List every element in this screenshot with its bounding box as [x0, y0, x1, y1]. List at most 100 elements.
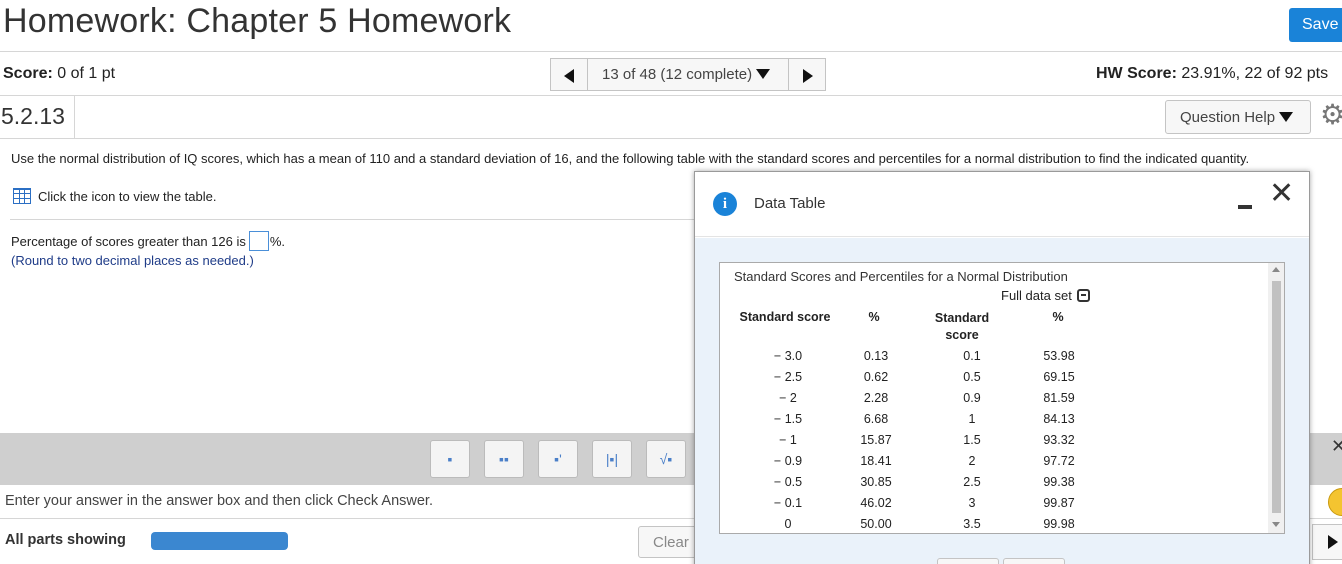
table-cell: 2 — [968, 454, 976, 468]
table-cell: 2.28 — [863, 391, 889, 405]
question-navigator-dropdown[interactable]: 13 of 48 (12 complete) — [588, 58, 788, 91]
hw-score-label: HW Score: — [1096, 65, 1177, 82]
table-title: Standard Scores and Percentiles for a No… — [734, 269, 1068, 284]
fraction-icon[interactable]: ▪ — [430, 440, 470, 478]
answer-statement: Percentage of scores greater than 126 is… — [11, 231, 285, 251]
table-cell: 15.87 — [860, 433, 892, 447]
mixed-number-icon[interactable]: ▪▪ — [484, 440, 524, 478]
table-cell: 69.15 — [1043, 370, 1075, 384]
data-table-dialog: i Data Table ✕ Standard Scores and Perce… — [694, 171, 1310, 564]
table-cell: 81.59 — [1043, 391, 1075, 405]
instructions-text: Enter your answer in the answer box and … — [5, 493, 433, 509]
score-display: Score: 0 of 1 pt — [3, 65, 115, 83]
answer-prefix: Percentage of scores greater than 126 is — [11, 234, 246, 249]
table-cell: 99.87 — [1043, 496, 1075, 510]
score-label: Score: — [3, 65, 53, 82]
save-button[interactable]: Save — [1289, 8, 1342, 42]
table-cell: − 3.0 — [773, 349, 803, 363]
scroll-up-icon[interactable] — [1272, 267, 1280, 272]
done-button[interactable] — [1003, 558, 1065, 564]
dialog-body: Standard Scores and Percentiles for a No… — [695, 238, 1309, 564]
scroll-thumb[interactable] — [1272, 281, 1281, 513]
triangle-right-icon — [1328, 535, 1338, 549]
table-cell: 46.02 — [860, 496, 892, 510]
table-cell: 1 — [968, 412, 976, 426]
rounding-note: (Round to two decimal places as needed.) — [11, 253, 254, 268]
table-cell: 99.38 — [1043, 475, 1075, 489]
table-cell: − 1.5 — [773, 412, 803, 426]
table-cell: − 0.1 — [773, 496, 803, 510]
page-title: Homework: Chapter 5 Homework — [3, 2, 512, 40]
full-data-set-link[interactable]: Full data set — [1001, 288, 1090, 303]
sqrt-icon[interactable]: √▪ — [646, 440, 686, 478]
triangle-right-icon — [803, 69, 813, 83]
column-header: % — [868, 310, 880, 324]
answer-suffix: %. — [269, 234, 286, 249]
table-cell: 99.98 — [1043, 517, 1075, 531]
divider — [0, 138, 1342, 139]
divider — [0, 51, 1342, 52]
table-cell: 50.00 — [860, 517, 892, 531]
table-cell: 0.13 — [863, 349, 889, 363]
table-icon[interactable] — [13, 188, 31, 204]
next-question-button[interactable] — [788, 58, 826, 91]
absolute-value-icon[interactable]: |▪| — [592, 440, 632, 478]
score-value: 0 of 1 pt — [52, 65, 116, 82]
table-cell: 3.5 — [963, 517, 981, 531]
divider — [0, 95, 1342, 96]
caret-down-icon — [756, 69, 771, 79]
table-cell: 93.32 — [1043, 433, 1075, 447]
divider — [74, 96, 75, 138]
dialog-header: i Data Table ✕ — [695, 172, 1309, 237]
table-cell: 1.5 — [963, 433, 981, 447]
all-parts-label: All parts showing — [5, 532, 126, 548]
column-header: Standard score — [739, 310, 831, 324]
question-position: 13 of 48 (12 complete) — [602, 66, 753, 83]
answer-input[interactable] — [248, 231, 269, 251]
table-cell: 0.1 — [963, 349, 981, 363]
question-number: 5.2.13 — [1, 103, 65, 129]
table-cell: 84.13 — [1043, 412, 1075, 426]
view-table-text: Click the icon to view the table. — [38, 189, 217, 204]
table-cell: − 0.9 — [773, 454, 803, 468]
triangle-left-icon — [564, 69, 574, 83]
table-cell: 2.5 — [963, 475, 981, 489]
table-cell: − 2 — [779, 391, 797, 405]
close-icon[interactable]: ✕ — [1331, 436, 1342, 457]
table-cell: 3 — [968, 496, 976, 510]
divider — [10, 219, 700, 220]
previous-question-button[interactable] — [550, 58, 588, 91]
exponent-icon[interactable]: ▪' — [538, 440, 578, 478]
table-panel[interactable]: Standard Scores and Percentiles for a No… — [719, 262, 1285, 534]
minimize-icon[interactable] — [1238, 205, 1252, 209]
caret-down-icon — [1279, 112, 1294, 122]
close-icon[interactable]: ✕ — [1269, 176, 1294, 211]
table-cell: 30.85 — [860, 475, 892, 489]
table-cell: 0.62 — [863, 370, 889, 384]
column-header: % — [1052, 310, 1064, 324]
print-button[interactable] — [937, 558, 999, 564]
full-data-set-label: Full data set — [1001, 288, 1072, 303]
table-cell: − 2.5 — [773, 370, 803, 384]
table-cell: 6.68 — [863, 412, 889, 426]
view-table-link[interactable]: Click the icon to view the table. — [13, 188, 216, 204]
table-cell: 53.98 — [1043, 349, 1075, 363]
table-cell: − 0.5 — [773, 475, 803, 489]
hw-score-display: HW Score: 23.91%, 22 of 92 pts — [1096, 65, 1328, 83]
table-cell: 0 — [784, 517, 792, 531]
table-cell: 0.9 — [963, 391, 981, 405]
help-face-icon[interactable] — [1328, 488, 1342, 516]
scrollbar[interactable] — [1268, 263, 1284, 533]
column-header: Standard score — [934, 311, 990, 342]
question-help-label: Question Help — [1180, 109, 1276, 126]
gear-icon[interactable]: ⚙ — [1320, 101, 1342, 129]
info-icon: i — [713, 192, 737, 216]
scroll-down-icon[interactable] — [1272, 522, 1280, 527]
table-cell: 18.41 — [860, 454, 892, 468]
next-button[interactable] — [1312, 524, 1342, 560]
table-cell: − 1 — [779, 433, 797, 447]
table-cell: 97.72 — [1043, 454, 1075, 468]
question-help-dropdown[interactable]: Question Help — [1165, 100, 1311, 134]
copy-icon[interactable] — [1076, 289, 1090, 302]
parts-progress-bar — [151, 532, 288, 550]
